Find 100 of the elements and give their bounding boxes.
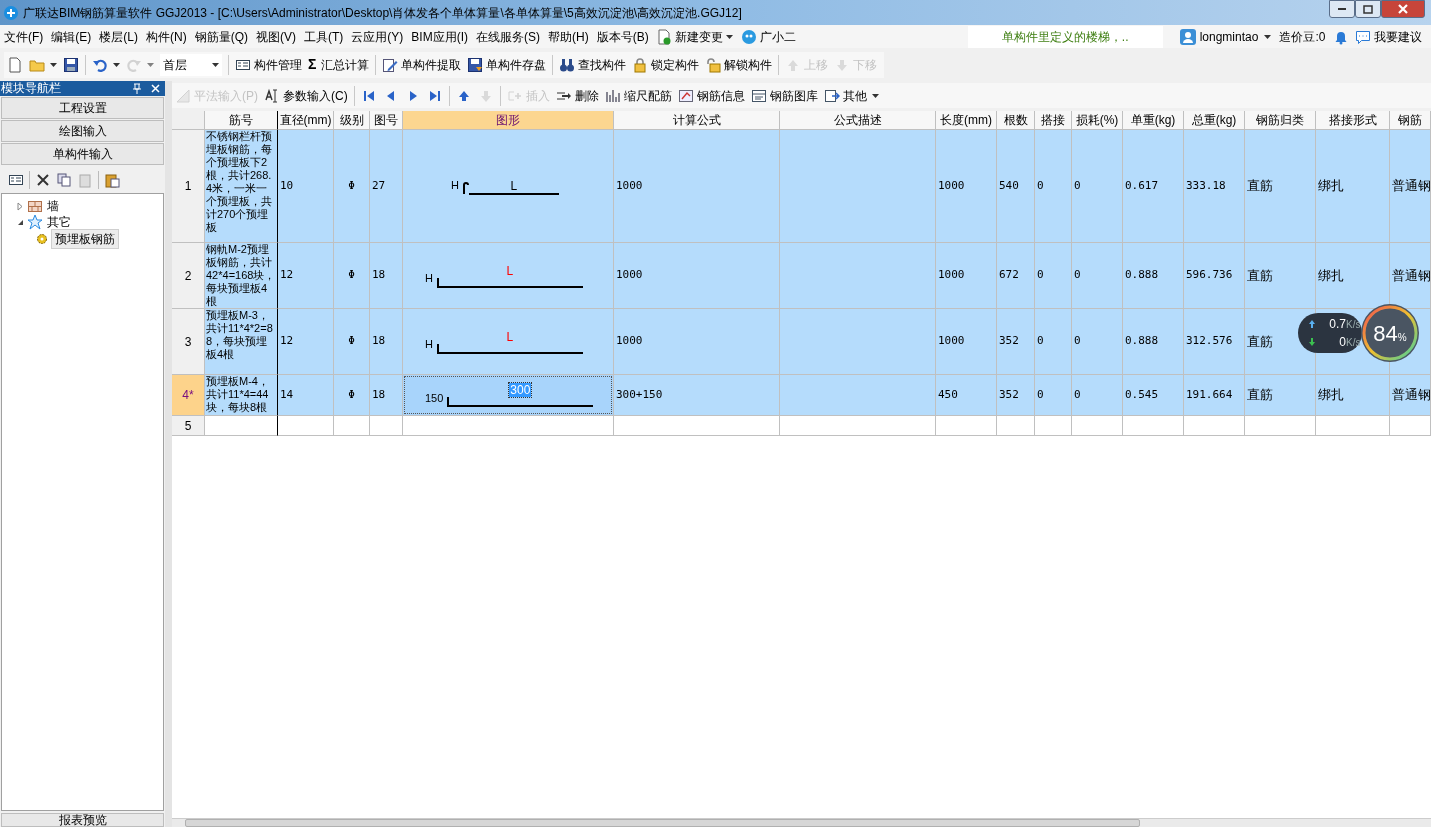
list-icon[interactable] — [8, 172, 24, 188]
delete-icon[interactable] — [35, 172, 51, 188]
toolbar-button[interactable]: 单构件存盘 — [464, 53, 550, 76]
minimize-button[interactable] — [1329, 0, 1355, 18]
user-button[interactable]: longmintao — [1179, 27, 1259, 46]
row-header[interactable]: 2 — [172, 243, 205, 309]
nav-button[interactable]: 工程设置 — [1, 97, 164, 119]
scrollbar-thumb[interactable] — [185, 819, 1140, 827]
column-header[interactable]: 图形 — [403, 111, 614, 130]
menu-item[interactable]: 工具(T) — [300, 27, 348, 46]
caret-icon[interactable] — [871, 93, 879, 98]
shape-cell[interactable]: 150 300 — [403, 375, 613, 415]
table-cell: 绑扎 — [1316, 243, 1390, 309]
column-header[interactable]: 级别 — [334, 111, 370, 130]
table-cell: Φ — [334, 130, 370, 243]
caret-icon[interactable] — [113, 62, 120, 67]
table-cell: 1000 — [936, 243, 997, 309]
close-button[interactable] — [1381, 0, 1425, 18]
toolbar-button[interactable]: 解锁构件 — [702, 53, 776, 76]
toolbar-button[interactable]: 锁定构件 — [629, 53, 703, 76]
column-header[interactable]: 钢筋 — [1390, 111, 1431, 130]
suggest-button[interactable]: 我要建议 — [1355, 27, 1423, 46]
floor-select[interactable]: 首层 — [160, 53, 222, 76]
column-header[interactable]: 根数 — [997, 111, 1035, 130]
nav-button[interactable]: 报表预览 — [1, 813, 164, 827]
tree-item[interactable]: 预埋板钢筋 — [51, 228, 119, 249]
toolbar-button[interactable]: Σ 汇总计算 — [305, 53, 373, 76]
table-cell: 0 — [1035, 375, 1072, 416]
table-cell: 12 — [278, 243, 334, 309]
clipboard-icon[interactable] — [104, 172, 120, 188]
nav-button[interactable]: 单构件输入 — [1, 143, 164, 165]
table-cell: 普通钢 — [1390, 375, 1431, 416]
menu-item[interactable]: 视图(V) — [252, 27, 300, 46]
row-header[interactable]: 5 — [172, 416, 205, 436]
tree-item[interactable]: 其它 — [45, 213, 73, 231]
tree-item[interactable]: 墙 — [45, 197, 61, 215]
column-header[interactable]: 损耗(%) — [1072, 111, 1123, 130]
nav-button[interactable]: 绘图输入 — [1, 120, 164, 142]
sigma-icon: Σ — [308, 54, 317, 75]
column-header[interactable]: 公式描述 — [780, 111, 936, 130]
horizontal-scrollbar[interactable] — [172, 818, 1431, 827]
assistant-button[interactable]: 广小二 — [738, 27, 798, 46]
menu-item[interactable]: 编辑(E) — [47, 27, 96, 46]
down-arrow-icon — [1308, 337, 1316, 347]
caret-icon[interactable] — [50, 62, 57, 67]
row-header[interactable]: 3 — [172, 309, 205, 375]
toolbar-button[interactable]: 构件管理 — [232, 53, 305, 76]
menu-item[interactable]: BIM应用(I) — [407, 27, 472, 46]
column-header[interactable]: 计算公式 — [614, 111, 780, 130]
copy-icon[interactable] — [56, 172, 72, 188]
table-cell: Φ — [334, 375, 370, 416]
maximize-button[interactable] — [1355, 0, 1381, 18]
toolbar-button[interactable]: 钢筋信息 — [674, 84, 748, 107]
column-header[interactable]: 单重(kg) — [1123, 111, 1184, 130]
menu-item[interactable]: 构件(N) — [142, 27, 191, 46]
toolbar-button[interactable]: 查找构件 — [556, 53, 630, 76]
table-cell — [334, 416, 370, 436]
menu-item[interactable]: 楼层(L) — [95, 27, 142, 46]
pin-icon[interactable] — [130, 82, 144, 95]
binoculars-icon — [559, 56, 576, 73]
column-header[interactable]: 搭接 — [1035, 111, 1072, 130]
document-plus-icon — [655, 28, 672, 45]
toolbar-button[interactable]: 缩尺配筋 — [601, 84, 675, 107]
menu-item[interactable]: 帮助(H) — [544, 27, 593, 46]
caret-icon[interactable] — [212, 62, 219, 67]
column-header[interactable]: 搭接形式 — [1316, 111, 1390, 130]
caret-icon[interactable] — [725, 34, 733, 39]
close-icon[interactable] — [149, 82, 162, 95]
table-cell: 0 — [1072, 243, 1123, 309]
shape-cell[interactable]: H L — [403, 243, 613, 308]
column-header[interactable]: 总重(kg) — [1184, 111, 1245, 130]
menu-item[interactable]: 文件(F) — [0, 27, 48, 46]
row-header[interactable]: 4* — [172, 375, 205, 416]
maximize-icon — [1363, 4, 1373, 14]
toolbar-button[interactable]: 单构件提取 — [379, 53, 465, 76]
toolbar-button[interactable]: 参数输入(C) — [261, 84, 351, 107]
menu-item[interactable]: 钢筋量(Q) — [190, 27, 252, 46]
column-header[interactable]: 长度(mm) — [936, 111, 997, 130]
dimension-label: H — [425, 337, 433, 352]
caret-icon[interactable] — [1264, 34, 1272, 39]
new-change-button[interactable]: 新建变更 — [652, 27, 726, 46]
column-header[interactable]: 钢筋归类 — [1245, 111, 1316, 130]
menu-item[interactable]: 版本号(B) — [592, 27, 653, 46]
table-cell: 0 — [1035, 130, 1072, 243]
column-header[interactable]: 图号 — [370, 111, 403, 130]
shape-cell[interactable]: H L — [403, 130, 613, 242]
toolbar-button[interactable]: 钢筋图库 — [747, 84, 821, 107]
hook-bar-drawing — [462, 181, 469, 195]
table-cell — [1035, 416, 1072, 436]
toolbar-button[interactable]: 其他 — [820, 84, 882, 107]
flat-input-icon — [175, 87, 191, 104]
toolbar-button[interactable]: 删除 — [552, 84, 602, 107]
menu-item[interactable]: 云应用(Y) — [347, 27, 408, 46]
column-header[interactable]: 直径(mm) — [278, 111, 334, 130]
column-header[interactable]: 筋号 — [205, 111, 278, 130]
shape-cell[interactable]: H L — [403, 309, 613, 374]
menu-item[interactable]: 在线服务(S) — [472, 27, 544, 46]
row-header[interactable]: 1 — [172, 130, 205, 243]
table-cell: 0 — [1072, 375, 1123, 416]
dimension-label: 150 — [425, 390, 444, 406]
